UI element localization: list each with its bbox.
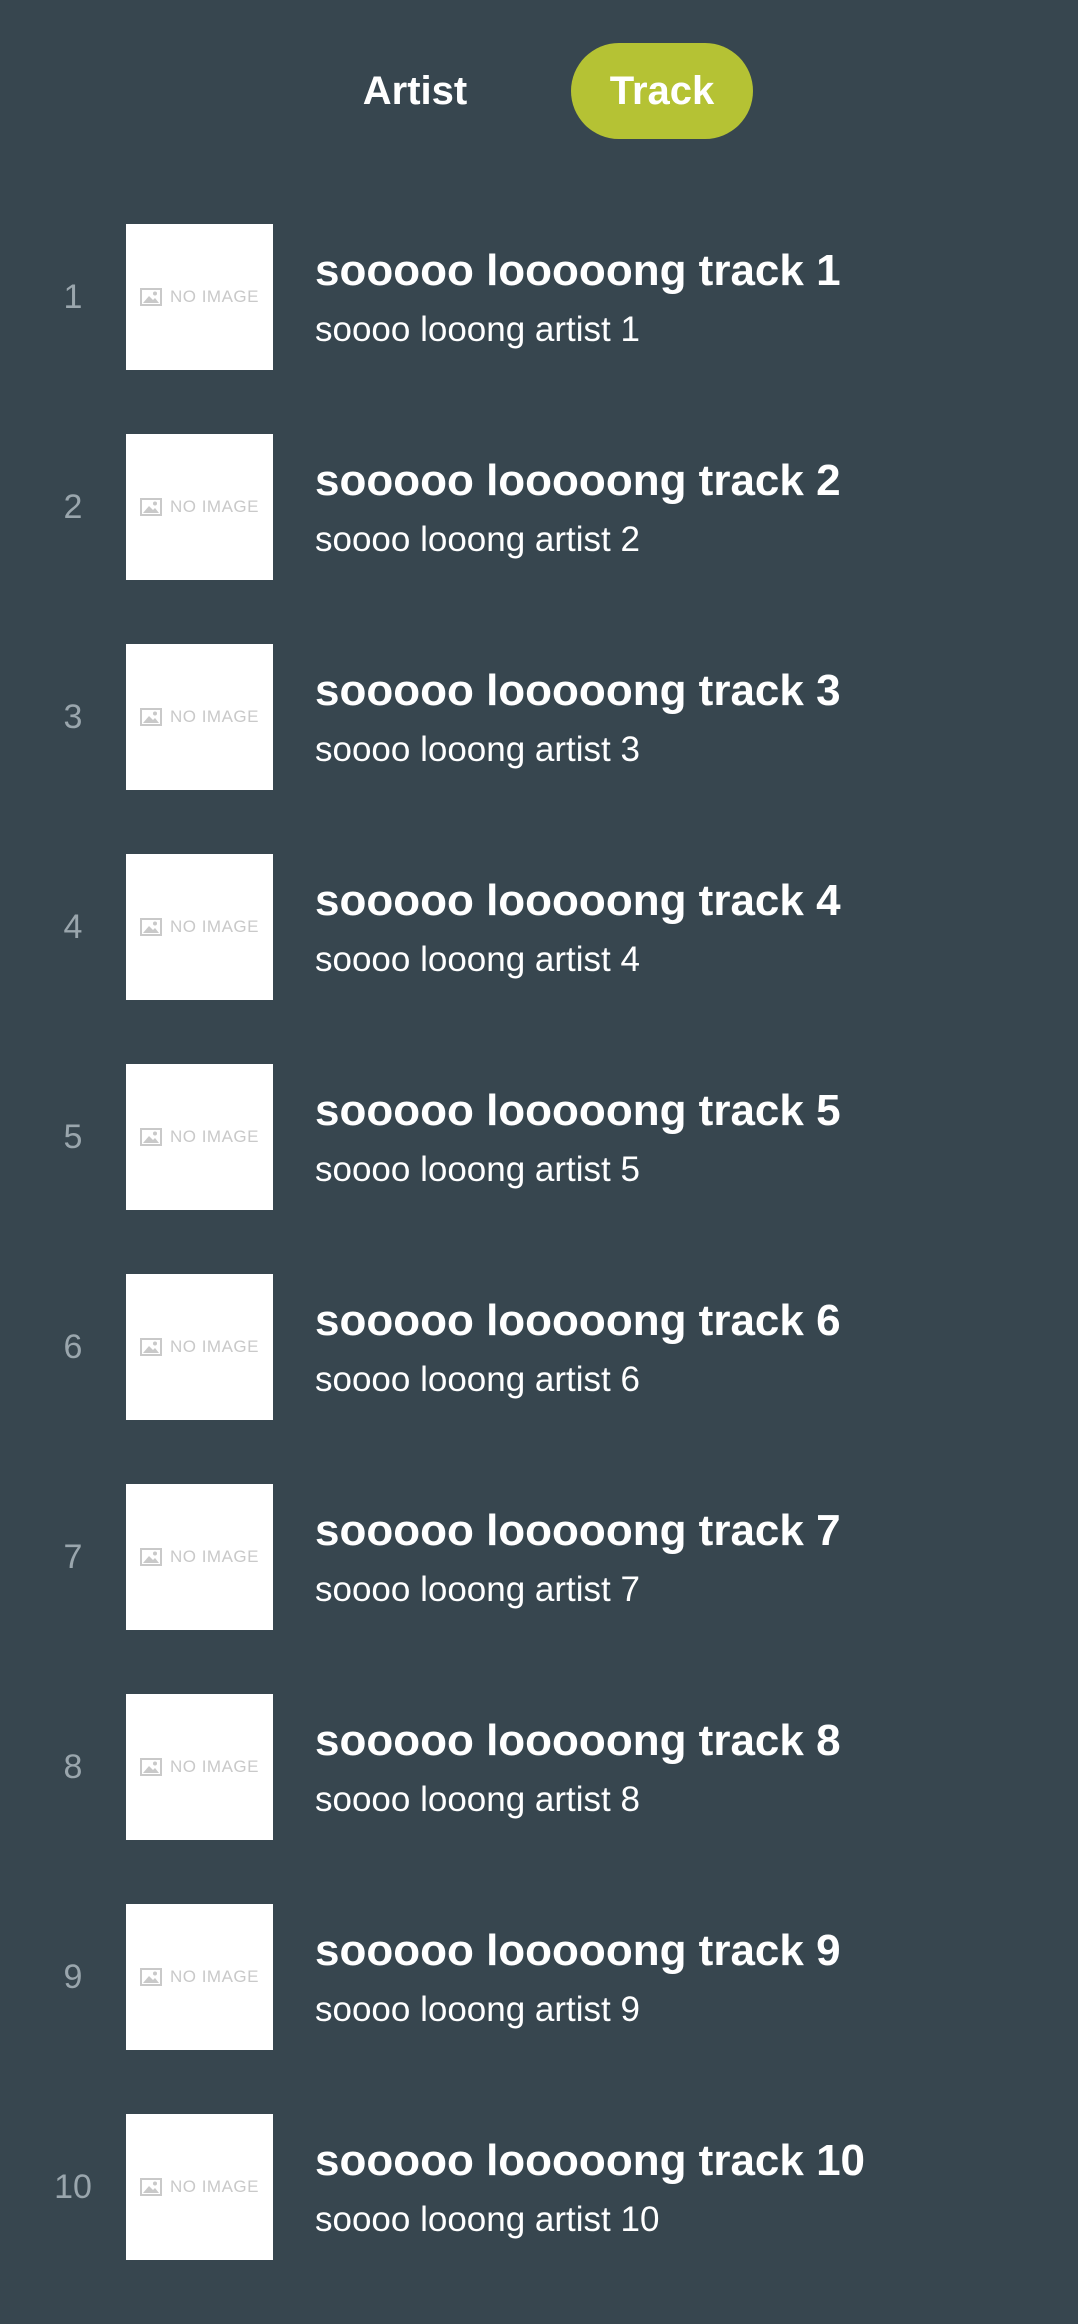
track-title: sooooo looooong track 6 [315, 1296, 841, 1345]
image-icon [139, 498, 162, 516]
track-thumbnail: NO IMAGE [126, 1064, 273, 1210]
track-title: sooooo looooong track 1 [315, 246, 841, 295]
no-image-placeholder: NO IMAGE [139, 1757, 259, 1777]
tab-artist[interactable]: Artist [335, 43, 495, 139]
track-rank: 5 [63, 1117, 83, 1156]
track-title: sooooo looooong track 9 [315, 1926, 841, 1975]
track-rank: 6 [63, 1327, 83, 1366]
track-rank: 10 [54, 2167, 92, 2206]
track-rank: 1 [63, 277, 83, 316]
track-title: sooooo looooong track 4 [315, 876, 841, 925]
no-image-placeholder: NO IMAGE [139, 1337, 259, 1357]
track-artist: soooo looong artist 10 [315, 2200, 660, 2239]
track-rank: 4 [63, 907, 83, 946]
track-rank: 9 [63, 1957, 83, 1996]
track-row[interactable]: 6 NO IMAGE sooooo looooong track 6 soooo lo… [0, 1274, 1078, 1484]
image-icon [139, 1758, 162, 1776]
image-icon [139, 918, 162, 936]
tab-bar: Artist Track [0, 0, 1078, 180]
track-thumbnail: NO IMAGE [126, 1904, 273, 2050]
image-icon [139, 288, 162, 306]
no-image-label: NO IMAGE [169, 1127, 259, 1146]
no-image-label: NO IMAGE [169, 1337, 259, 1356]
track-row[interactable]: 1 NO IMAGE sooooo looooong track 1 soooo lo… [0, 224, 1078, 434]
no-image-placeholder: NO IMAGE [139, 1967, 259, 1987]
track-rank: 8 [63, 1747, 83, 1786]
no-image-placeholder: NO IMAGE [139, 1127, 259, 1147]
track-row[interactable]: 5 NO IMAGE sooooo looooong track 5 soooo lo… [0, 1064, 1078, 1274]
no-image-label: NO IMAGE [169, 497, 259, 516]
image-icon [139, 1968, 162, 1986]
track-rank: 3 [63, 697, 83, 736]
track-thumbnail: NO IMAGE [126, 854, 273, 1000]
track-title: sooooo looooong track 10 [315, 2136, 866, 2185]
track-artist: soooo looong artist 5 [315, 1150, 640, 1189]
image-icon [139, 2178, 162, 2196]
track-title: sooooo looooong track 2 [315, 456, 841, 505]
track-title: sooooo looooong track 3 [315, 666, 841, 715]
tab-track[interactable]: Track [571, 43, 753, 139]
no-image-label: NO IMAGE [169, 2177, 259, 2196]
track-artist: soooo looong artist 3 [315, 730, 640, 769]
no-image-placeholder: NO IMAGE [139, 287, 259, 307]
track-thumbnail: NO IMAGE [126, 434, 273, 580]
track-row[interactable]: 3 NO IMAGE sooooo looooong track 3 soooo lo… [0, 644, 1078, 854]
no-image-placeholder: NO IMAGE [139, 707, 259, 727]
track-thumbnail: NO IMAGE [126, 1274, 273, 1420]
image-icon [139, 708, 162, 726]
track-title: sooooo looooong track 7 [315, 1506, 841, 1555]
no-image-label: NO IMAGE [169, 707, 259, 726]
no-image-placeholder: NO IMAGE [139, 2177, 259, 2197]
track-artist: soooo looong artist 1 [315, 310, 640, 349]
track-artist: soooo looong artist 7 [315, 1570, 640, 1609]
no-image-label: NO IMAGE [169, 917, 259, 936]
no-image-placeholder: NO IMAGE [139, 917, 259, 937]
track-title: sooooo looooong track 8 [315, 1716, 841, 1765]
no-image-label: NO IMAGE [169, 1967, 259, 1986]
track-row[interactable]: 7 NO IMAGE sooooo looooong track 7 soooo lo… [0, 1484, 1078, 1694]
track-thumbnail: NO IMAGE [126, 644, 273, 790]
no-image-label: NO IMAGE [169, 287, 259, 306]
image-icon [139, 1128, 162, 1146]
track-row[interactable]: 2 NO IMAGE sooooo looooong track 2 soooo lo… [0, 434, 1078, 644]
track-rank: 7 [63, 1537, 83, 1576]
track-artist: soooo looong artist 4 [315, 940, 640, 979]
track-row[interactable]: 4 NO IMAGE sooooo looooong track 4 soooo lo… [0, 854, 1078, 1064]
track-artist: soooo looong artist 6 [315, 1360, 640, 1399]
track-title: sooooo looooong track 5 [315, 1086, 841, 1135]
track-thumbnail: NO IMAGE [126, 2114, 273, 2260]
track-row[interactable]: 8 NO IMAGE sooooo looooong track 8 soooo lo… [0, 1694, 1078, 1904]
no-image-placeholder: NO IMAGE [139, 497, 259, 517]
image-icon [139, 1548, 162, 1566]
track-rank: 2 [63, 487, 83, 526]
track-row[interactable]: 9 NO IMAGE sooooo looooong track 9 soooo lo… [0, 1904, 1078, 2114]
no-image-placeholder: NO IMAGE [139, 1547, 259, 1567]
track-row[interactable]: 10 NO IMAGE sooooo looooong track 10 soooo … [0, 2114, 1078, 2324]
track-artist: soooo looong artist 8 [315, 1780, 640, 1819]
track-thumbnail: NO IMAGE [126, 1694, 273, 1840]
track-artist: soooo looong artist 9 [315, 1990, 640, 2029]
track-thumbnail: NO IMAGE [126, 1484, 273, 1630]
track-artist: soooo looong artist 2 [315, 520, 640, 559]
track-thumbnail: NO IMAGE [126, 224, 273, 370]
image-icon [139, 1338, 162, 1356]
no-image-label: NO IMAGE [169, 1547, 259, 1566]
no-image-label: NO IMAGE [169, 1757, 259, 1776]
